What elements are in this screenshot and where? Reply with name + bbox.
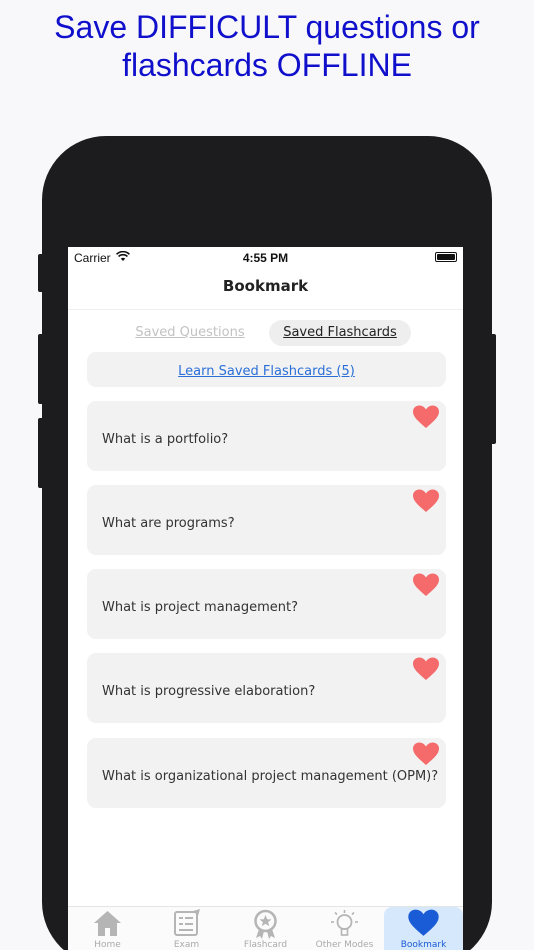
tab-exam-label: Exam [173,940,200,950]
flashcard-question: What is progressive elaboration? [102,684,316,699]
flashcard-item[interactable]: What is progressive elaboration? [87,653,446,723]
flashcard-question: What is organizational project managemen… [102,769,439,784]
status-time: 4:55 PM [242,251,289,265]
phone-mute-switch [38,254,44,292]
lightbulb-icon [331,910,358,936]
nav-divider [68,309,463,310]
heart-icon [408,909,439,936]
tab-saved-questions[interactable]: Saved Questions [118,320,262,346]
phone-power-button [490,334,496,444]
exam-icon [174,909,200,936]
heart-icon[interactable] [413,405,439,429]
flashcard-question: What is project management? [102,600,299,615]
flashcard-question: What are programs? [102,516,235,531]
promo-headline-line1: Save DIFFICULT questions or [54,9,480,45]
heart-icon[interactable] [413,742,439,766]
tab-home-label: Home [94,940,121,950]
phone-volume-down [38,418,44,488]
learn-saved-flashcards-link[interactable]: Learn Saved Flashcards (5) [178,364,355,379]
flashcard-item[interactable]: What is project management? [87,569,446,639]
learn-saved-flashcards-panel: Learn Saved Flashcards (5) [87,352,446,387]
battery-icon [435,252,457,262]
tab-bar: Home Exam Flashcard Other Modes Bookmark [68,906,463,950]
flashcard-item[interactable]: What is organizational project managemen… [87,738,446,808]
flashcard-badge-icon [254,909,277,939]
tab-home[interactable]: Home [68,907,147,950]
page-title: Bookmark [222,277,309,295]
home-icon [94,911,121,936]
tab-other-modes-label: Other Modes [315,940,374,950]
promo-headline: Save DIFFICULT questions or flashcards O… [0,8,534,84]
phone-volume-up [38,334,44,404]
tab-bookmark-label: Bookmark [400,940,447,950]
flashcard-item[interactable]: What are programs? [87,485,446,555]
tab-bookmark[interactable]: Bookmark [384,907,463,950]
tab-flashcard-label: Flashcard [243,940,288,950]
tab-exam[interactable]: Exam [147,907,226,950]
app-screen: Carrier 4:55 PM Bookmark Saved Questions… [68,247,463,950]
flashcard-question: What is a portfolio? [102,432,229,447]
promo-headline-line2: flashcards OFFLINE [122,47,412,83]
tab-saved-flashcards[interactable]: Saved Flashcards [269,320,411,346]
heart-icon[interactable] [413,573,439,597]
flashcard-item[interactable]: What is a portfolio? [87,401,446,471]
heart-icon[interactable] [413,489,439,513]
tab-flashcard[interactable]: Flashcard [226,907,305,950]
tab-other-modes[interactable]: Other Modes [305,907,384,950]
status-bar: Carrier 4:55 PM [68,247,463,269]
heart-icon[interactable] [413,657,439,681]
